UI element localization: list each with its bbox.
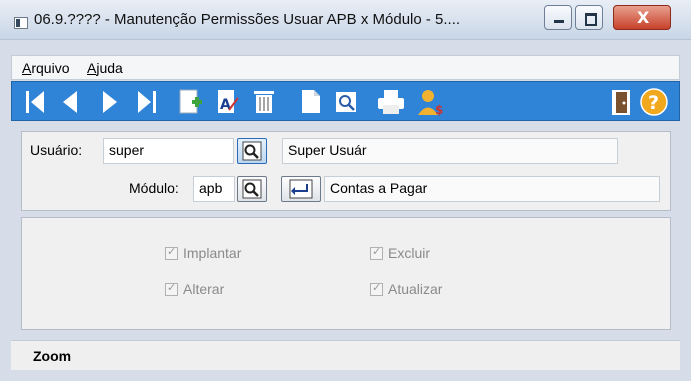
close-button[interactable]: X [613,5,671,30]
svg-text:?: ? [648,92,659,114]
permissions-panel: Implantar Excluir Alterar Atualizar [21,217,671,330]
checkbox-icon [165,245,178,260]
zoom-icon[interactable] [334,88,358,116]
modulo-zoom-button[interactable] [237,176,267,202]
add-icon[interactable] [178,88,204,116]
menu-arquivo-accel: A [22,60,32,76]
print-icon[interactable] [376,88,406,116]
first-record-icon[interactable] [24,88,46,116]
usuario-zoom-button[interactable] [237,138,267,164]
previous-record-icon[interactable] [60,88,80,116]
close-icon: X [637,8,650,27]
minimize-button[interactable] [544,5,572,30]
implantar-label: Implantar [183,245,242,261]
user-icon[interactable]: $ [416,88,446,116]
usuario-field[interactable]: super [103,138,234,164]
checkbox-icon [370,281,383,296]
maximize-button[interactable] [575,5,603,30]
checkbox-icon [370,245,383,260]
fields-panel: Usuário: super Super Usuár Módulo: apb C… [21,131,671,211]
menu-ajuda-accel: A [87,60,97,76]
svg-text:$: $ [435,103,443,116]
app-window: 06.9.???? - Manutenção Permissões Usuar … [0,0,691,381]
magnifier-icon [242,141,262,161]
atualizar-checkbox[interactable]: Atualizar [370,281,442,297]
new-document-icon[interactable] [300,88,322,116]
alterar-label: Alterar [183,281,225,297]
app-icon [14,17,28,29]
next-record-icon[interactable] [100,88,120,116]
status-text: Zoom [33,348,72,364]
checkbox-icon [165,281,178,296]
window-title: 06.9.???? - Manutenção Permissões Usuar … [34,11,461,28]
menu-ajuda[interactable]: Ajuda [87,60,123,76]
svg-text:A: A [220,97,231,113]
alterar-checkbox[interactable]: Alterar [165,281,224,297]
modulo-description-field: Contas a Pagar [324,176,660,202]
excluir-checkbox[interactable]: Excluir [370,245,430,261]
help-icon[interactable]: ? [640,88,670,116]
excluir-label: Excluir [388,245,431,261]
magnifier-icon [242,179,262,199]
toolbar: A $ ? [11,81,680,121]
menu-arquivo-label: rquivo [31,60,70,76]
menu-arquivo[interactable]: Arquivo [22,60,69,76]
usuario-description-field: Super Usuár [282,138,618,164]
delete-icon[interactable] [252,88,276,116]
atualizar-label: Atualizar [388,281,443,297]
menu-bar: Arquivo Ajuda [11,55,680,80]
status-bar: Zoom [11,340,680,370]
exit-door-icon[interactable] [610,88,632,116]
modulo-label: Módulo: [129,180,179,196]
enter-return-icon [289,179,313,199]
menu-ajuda-label: juda [96,60,123,76]
usuario-label: Usuário: [30,142,83,158]
last-record-icon[interactable] [136,88,158,116]
modulo-field[interactable]: apb [193,176,235,202]
modulo-return-button[interactable] [281,176,321,202]
edit-icon[interactable]: A [216,88,240,116]
title-bar[interactable]: 06.9.???? - Manutenção Permissões Usuar … [0,0,691,40]
implantar-checkbox[interactable]: Implantar [165,245,241,261]
